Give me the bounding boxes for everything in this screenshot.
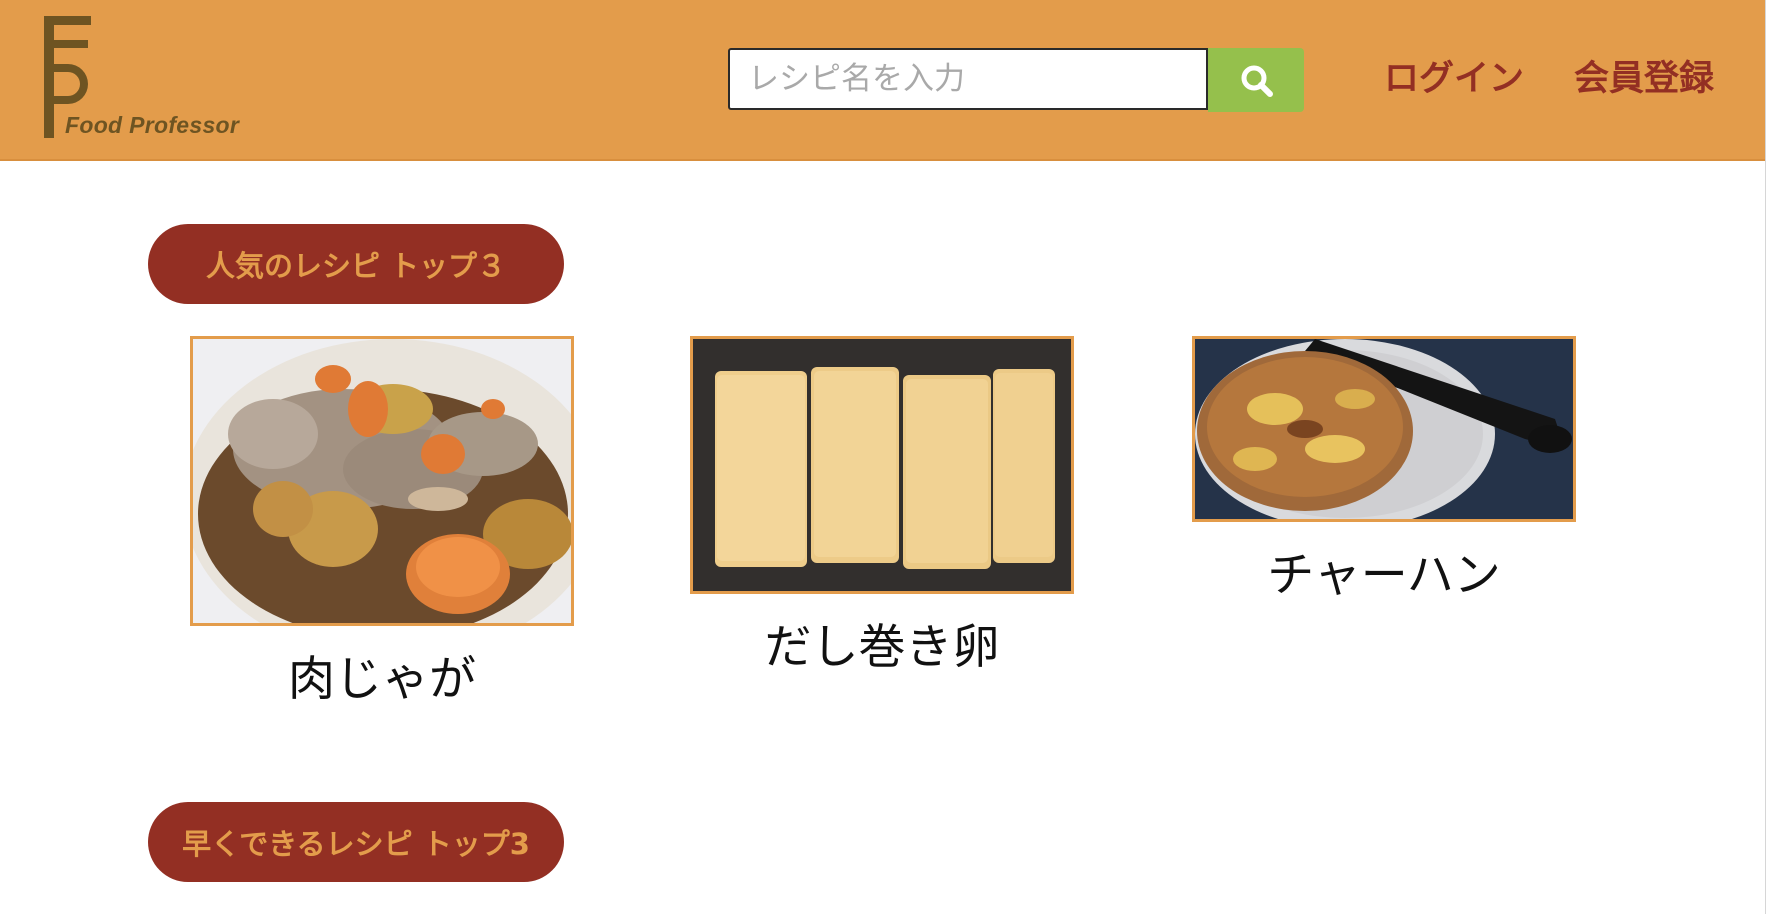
- recipe-image-nikujaga[interactable]: [190, 336, 574, 626]
- popular-recipes-heading: 人気のレシピ トップ３: [148, 224, 564, 304]
- recipe-title-chahan[interactable]: チャーハン: [1192, 536, 1576, 605]
- recipe-title-dashimaki[interactable]: だし巻き卵: [690, 608, 1074, 677]
- recipe-image-chahan[interactable]: [1192, 336, 1576, 522]
- logo-text: Food Professor: [65, 112, 240, 138]
- food-professor-logo[interactable]: Food Professor: [38, 14, 278, 144]
- search-button[interactable]: [1208, 48, 1304, 112]
- search-input[interactable]: [728, 48, 1208, 110]
- quick-recipes-heading: 早くできるレシピ トップ3: [148, 802, 564, 882]
- search-icon: [1241, 65, 1273, 97]
- site-header: Food Professor ログイン 会員登録: [0, 0, 1765, 161]
- page-edge: [1765, 0, 1772, 914]
- register-link[interactable]: 会員登録: [1574, 50, 1714, 101]
- recipe-title-nikujaga[interactable]: 肉じゃが: [190, 640, 574, 709]
- recipe-image-dashimaki[interactable]: [690, 336, 1074, 594]
- login-link[interactable]: ログイン: [1384, 50, 1524, 101]
